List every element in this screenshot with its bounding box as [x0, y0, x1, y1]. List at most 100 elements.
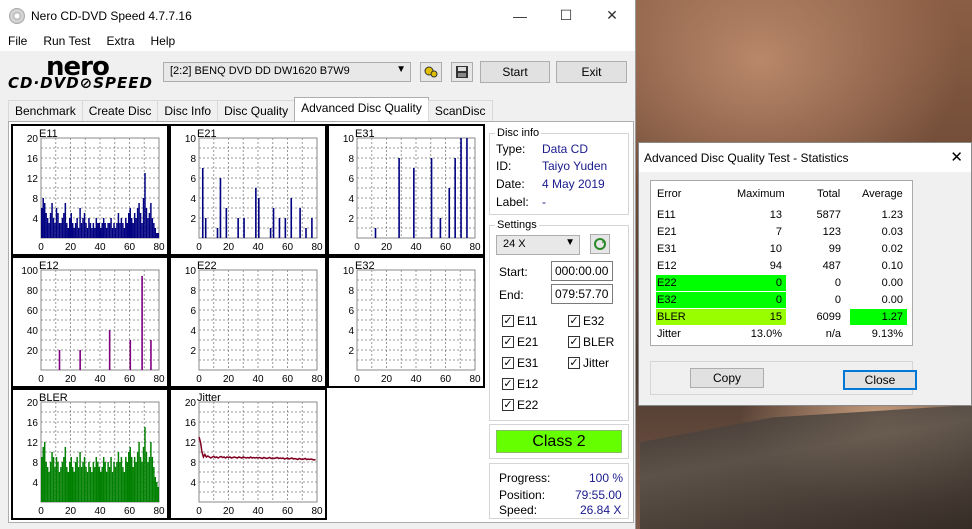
- x-tick-label: 20: [381, 374, 393, 385]
- bar-bler: [73, 472, 75, 502]
- close-dialog-button[interactable]: Close: [843, 370, 917, 390]
- drive-select[interactable]: [2:2] BENQ DVD DD DW1620 B7W9 ▼: [163, 62, 411, 82]
- bar-bler: [126, 462, 129, 502]
- minimize-button[interactable]: —: [497, 0, 543, 31]
- chart-e21-plot: 2 4 6 8 10 0 20 40 60 80: [185, 134, 323, 253]
- stat-e32-name: E32: [656, 292, 736, 308]
- tab-disc-quality[interactable]: Disc Quality: [217, 100, 296, 122]
- spike-e31: [454, 158, 456, 238]
- close-icon[interactable]: ✕: [950, 148, 963, 166]
- close-button[interactable]: ✕: [589, 0, 635, 31]
- checkbox-bler[interactable]: ✓ BLER: [568, 335, 614, 349]
- checkbox-e12[interactable]: ✓ E12: [502, 377, 538, 391]
- speed-select[interactable]: 24 X ▼: [496, 235, 580, 255]
- spike-e31: [448, 188, 451, 238]
- end-time-input[interactable]: 079:57.70: [551, 284, 613, 304]
- tab-create-disc[interactable]: Create Disc: [81, 100, 159, 122]
- x-tick-label: 80: [153, 374, 165, 385]
- checkbox-e21[interactable]: ✓ E21: [502, 335, 538, 349]
- tab-disc-info[interactable]: Disc Info: [157, 100, 219, 122]
- stat-e22-total: 0: [834, 277, 841, 289]
- start-button[interactable]: Start: [480, 61, 550, 83]
- bar-e11: [154, 228, 157, 238]
- menu-file[interactable]: File: [0, 34, 35, 48]
- bar-e11: [89, 223, 92, 238]
- y-tick-label: 100: [21, 266, 38, 277]
- y-tick-label: 6: [348, 306, 354, 317]
- y-tick-label: 16: [27, 418, 39, 429]
- y-tick-label: 12: [27, 174, 39, 185]
- bar-bler: [145, 452, 148, 502]
- save-button[interactable]: [451, 62, 473, 82]
- bar-bler: [41, 457, 43, 502]
- speed-value: 26.84 X: [580, 503, 622, 517]
- bar-e11: [73, 228, 75, 238]
- bar-e11: [145, 208, 148, 238]
- stat-e22-avg: 0.00: [881, 277, 903, 289]
- menu-extra[interactable]: Extra: [98, 34, 142, 48]
- bar-e11: [148, 213, 151, 238]
- y-tick-label: 10: [343, 266, 355, 277]
- y-tick-label: 4: [348, 194, 354, 205]
- bar-bler: [138, 442, 140, 502]
- statistics-title-bar[interactable]: Advanced Disc Quality Test - Statistics …: [639, 143, 971, 172]
- x-tick-label: 60: [282, 374, 294, 385]
- tab-benchmark[interactable]: Benchmark: [8, 100, 83, 122]
- title-bar[interactable]: Nero CD-DVD Speed 4.7.7.16 — ☐ ✕: [0, 0, 635, 31]
- eject-button[interactable]: [420, 62, 442, 82]
- check-icon: ✓: [568, 357, 580, 369]
- checkbox-e32[interactable]: ✓ E32: [568, 314, 604, 328]
- checkbox-e22[interactable]: ✓ E22: [502, 398, 538, 412]
- bar-e11: [108, 223, 111, 238]
- bar-bler: [66, 467, 68, 502]
- checkbox-e11-label: E11: [517, 314, 538, 328]
- bar-e11: [123, 228, 126, 238]
- bar-bler: [114, 467, 117, 502]
- bar-bler: [57, 462, 59, 502]
- bar-bler: [70, 457, 72, 502]
- stat-e21-total: 123: [822, 226, 841, 238]
- stat-jitter-max: 13.0%: [750, 328, 782, 340]
- bar-bler: [122, 467, 124, 502]
- bar-bler: [71, 467, 74, 502]
- bar-bler: [82, 462, 84, 502]
- maximize-button[interactable]: ☐: [543, 0, 589, 31]
- tab-scandisc[interactable]: ScanDisc: [427, 100, 493, 122]
- y-tick-label: 8: [190, 154, 196, 165]
- bar-e11: [55, 208, 58, 238]
- chevron-down-icon: ▼: [565, 237, 575, 248]
- y-tick-label: 10: [343, 134, 355, 145]
- chart-title: E11: [39, 128, 58, 140]
- bar-e11: [95, 218, 98, 238]
- checkbox-e31[interactable]: ✓ E31: [502, 356, 538, 370]
- menu-help[interactable]: Help: [143, 34, 184, 48]
- bar-bler: [48, 472, 50, 502]
- bar-e11: [70, 213, 72, 238]
- checkbox-e11[interactable]: ✓ E11: [502, 314, 537, 328]
- spike-e31: [430, 158, 433, 238]
- x-tick-label: 40: [94, 242, 106, 253]
- bar-bler: [125, 457, 127, 502]
- spike-e21: [258, 198, 260, 238]
- start-time-input[interactable]: 000:00.00: [551, 261, 613, 281]
- tab-advanced-disc-quality[interactable]: Advanced Disc Quality: [294, 97, 429, 122]
- exit-button[interactable]: Exit: [556, 61, 627, 83]
- bar-bler: [142, 447, 145, 502]
- checkbox-jitter[interactable]: ✓ Jitter: [568, 356, 609, 370]
- bar-bler: [156, 482, 158, 502]
- refresh-speed-button[interactable]: [590, 234, 610, 254]
- bar-bler: [52, 457, 55, 502]
- copy-button[interactable]: Copy: [690, 368, 764, 388]
- bar-bler: [141, 462, 143, 502]
- bar-e11: [66, 223, 68, 238]
- y-tick-label: 6: [190, 174, 196, 185]
- progress-value: 100 %: [589, 471, 624, 485]
- y-tick-label: 12: [185, 438, 197, 449]
- y-tick-label: 80: [27, 286, 39, 297]
- menu-run-test[interactable]: Run Test: [35, 34, 98, 48]
- y-tick-label: 4: [190, 194, 196, 205]
- bar-e11: [69, 218, 71, 238]
- stat-e12-max: 94: [769, 260, 782, 272]
- stat-jitter-avg: 9.13%: [871, 328, 903, 340]
- bar-e11: [136, 208, 139, 238]
